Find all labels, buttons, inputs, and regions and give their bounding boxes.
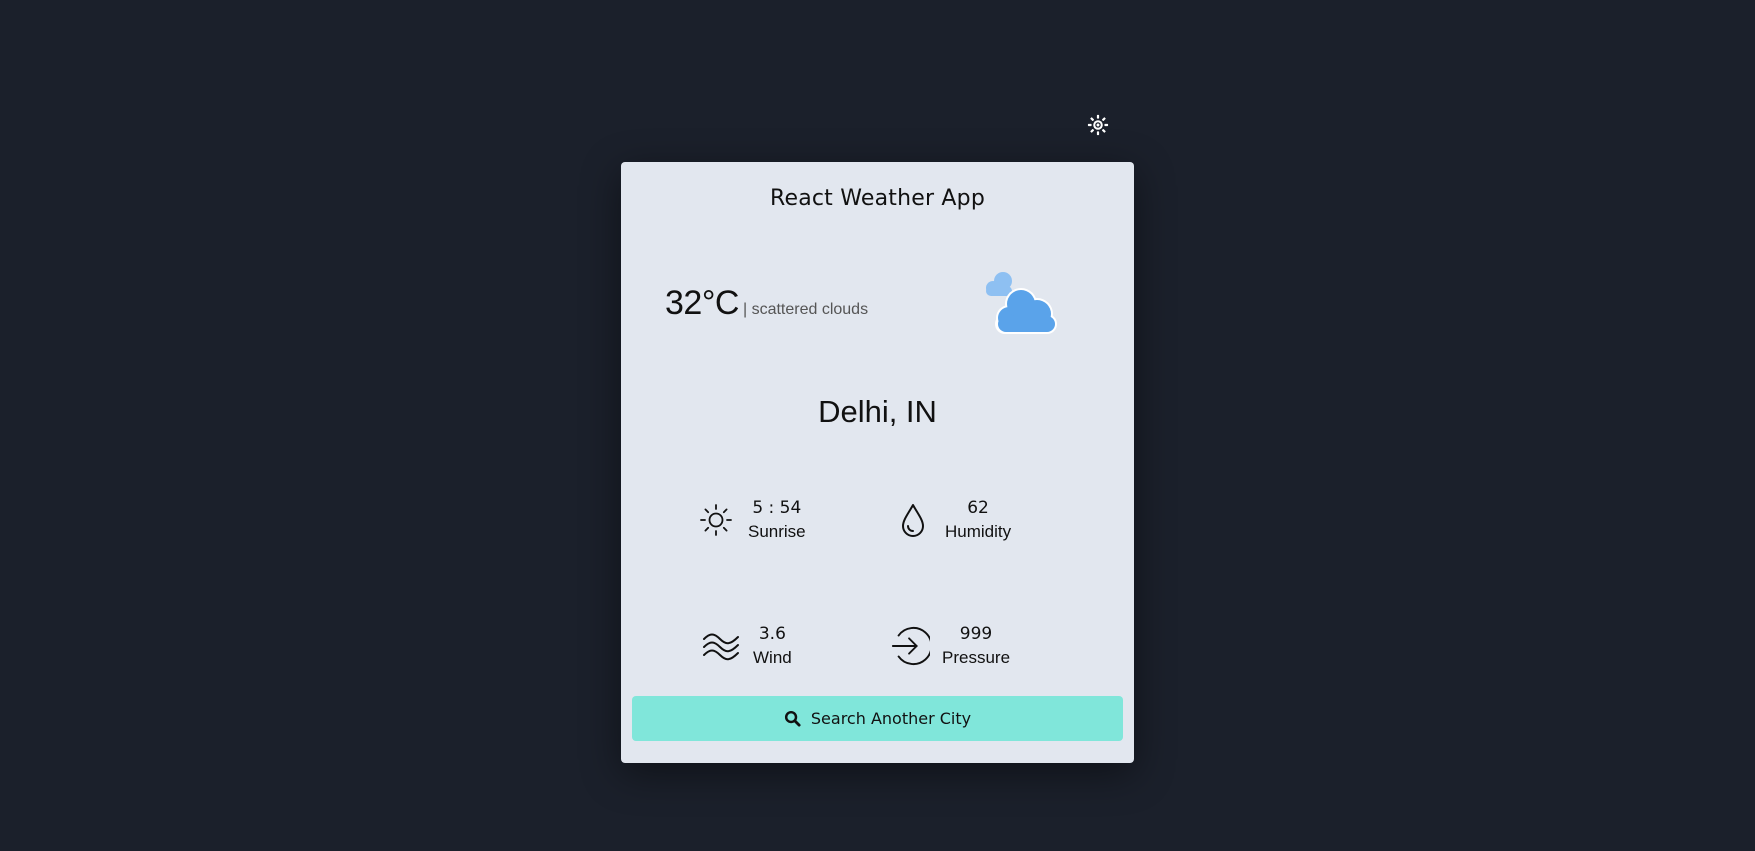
stat-pressure: 999 Pressure: [890, 622, 1010, 670]
search-button-label: Search Another City: [810, 709, 972, 728]
humidity-label: Humidity: [945, 522, 1012, 541]
search-icon: [784, 710, 801, 727]
temperature-row: 32°C | scattered clouds: [665, 284, 868, 323]
city-name: Delhi, IN: [818, 394, 937, 429]
theme-toggle-button[interactable]: [1087, 114, 1109, 136]
stat-sunrise: 5 : 54 Sunrise: [696, 496, 806, 544]
stat-wind: 3.6 Wind: [701, 622, 792, 670]
sun-icon: [700, 504, 732, 536]
wind-value: 3.6: [758, 624, 786, 644]
arrow-in-circle-icon: [891, 626, 930, 666]
wind-label: Wind: [753, 648, 792, 667]
stat-humidity: 62 Humidity: [893, 496, 1011, 544]
pressure-label: Pressure: [942, 648, 1011, 667]
weather-description: | scattered clouds: [742, 301, 869, 318]
sunrise-label: Sunrise: [748, 522, 806, 541]
search-another-city-button[interactable]: Search Another City: [632, 696, 1123, 741]
temperature-value: 32°C: [665, 284, 739, 322]
droplet-icon: [902, 504, 924, 537]
pressure-value: 999: [959, 624, 993, 644]
weather-card: React Weather App 32°C | scattered cloud…: [621, 162, 1134, 763]
humidity-value: 62: [967, 498, 989, 518]
app-title: React Weather App: [769, 186, 986, 211]
sun-gear-icon: [1087, 114, 1109, 136]
cloud-icon: [986, 272, 1057, 334]
sunrise-value: 5 : 54: [752, 498, 802, 518]
wind-waves-icon: [703, 633, 739, 661]
